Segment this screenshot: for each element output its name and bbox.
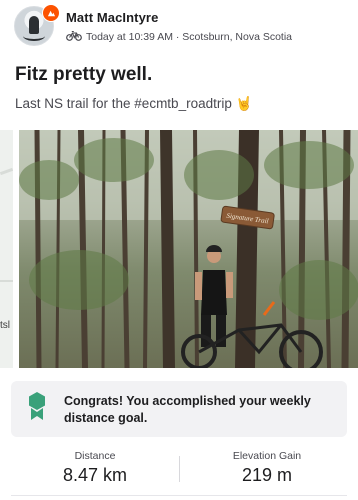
activity-description: Last NS trail for the #ecmtb_roadtrip 🤘 [15, 96, 253, 111]
stat-label: Elevation Gain [232, 450, 302, 462]
activity-title[interactable]: Fitz pretty well. [15, 64, 152, 86]
activity-header: Matt MacIntyre Today at 10:39 AM · Scots… [0, 0, 358, 60]
stat-value: 219 m [241, 465, 293, 485]
bike-icon [66, 30, 82, 44]
activity-time-location: Today at 10:39 AM · Scotsburn, Nova Scot… [86, 31, 293, 43]
rider-figure [195, 245, 233, 347]
activity-meta: Today at 10:39 AM · Scotsburn, Nova Scot… [66, 30, 292, 44]
route-map-preview[interactable]: tsl [0, 130, 13, 368]
achievement-card[interactable]: Congrats! You accomplished your weekly d… [11, 381, 347, 437]
map-label: tsl [0, 320, 10, 331]
badge-icon [27, 391, 47, 426]
stat-divider [179, 456, 180, 482]
achievement-text: Congrats! You accomplished your weekly d… [64, 394, 311, 425]
author-name[interactable]: Matt MacIntyre [66, 10, 158, 25]
stat-distance: Distance 8.47 km [10, 446, 180, 486]
activity-photo[interactable]: Signature Trail [19, 130, 358, 368]
stat-elevation-gain: Elevation Gain 219 m [182, 446, 352, 486]
subscriber-badge-icon [42, 4, 60, 22]
rock-on-emoji: 🤘 [235, 96, 253, 111]
avatar[interactable] [14, 4, 60, 46]
stat-label: Distance [74, 450, 116, 462]
divider [11, 495, 347, 496]
stat-value: 8.47 km [62, 465, 128, 485]
activity-stats: Distance 8.47 km Elevation Gain 219 m [0, 446, 358, 500]
